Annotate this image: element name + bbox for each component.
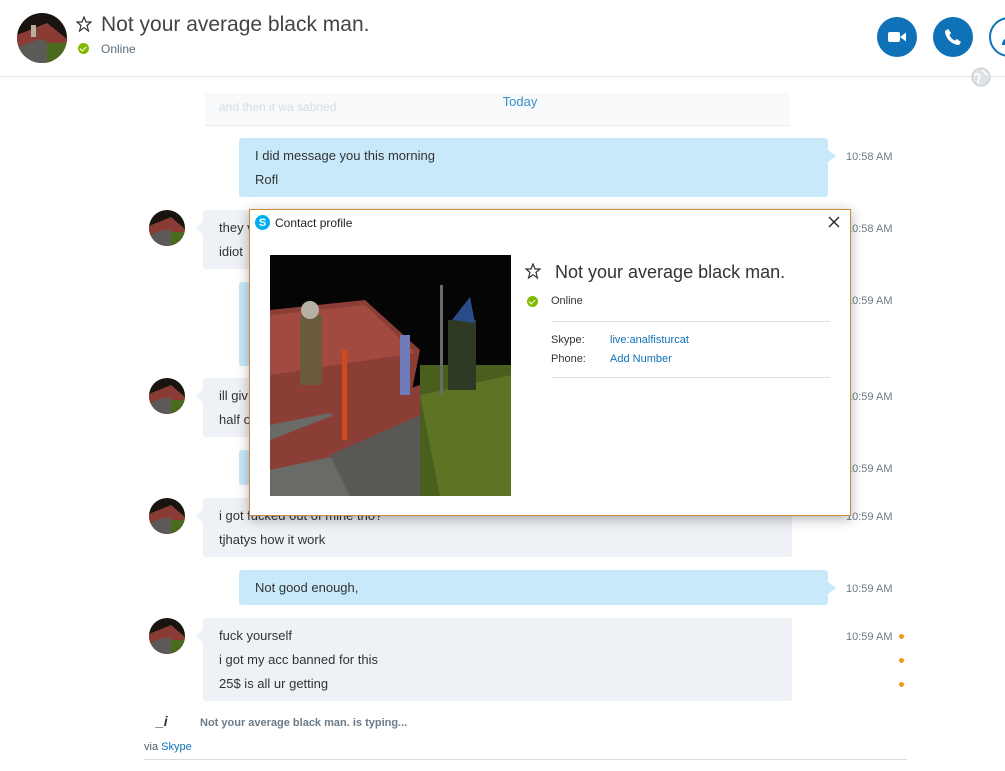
typing-text: Not your average black man. is typing... bbox=[200, 717, 408, 729]
add-number-link[interactable]: Add Number bbox=[610, 353, 672, 365]
online-status-icon bbox=[78, 43, 89, 54]
dialog-titlebar[interactable]: S Contact profile bbox=[250, 210, 850, 236]
audio-call-button[interactable] bbox=[933, 17, 973, 57]
phone-label: Phone: bbox=[551, 353, 586, 365]
contact-status: Online bbox=[101, 42, 136, 56]
favorite-star-icon[interactable] bbox=[75, 15, 93, 33]
unread-dot-icon bbox=[899, 658, 904, 663]
message-bubble-outgoing[interactable]: Not good enough, bbox=[239, 570, 836, 605]
unread-dot-icon bbox=[899, 682, 904, 687]
message-text: fuck yourself bbox=[219, 628, 292, 643]
sender-avatar[interactable] bbox=[149, 210, 185, 246]
message-time: 10:59 AM bbox=[846, 391, 893, 403]
via-skype-link[interactable]: Skype bbox=[161, 741, 192, 753]
skype-label: Skype: bbox=[551, 334, 585, 346]
contact-name: Not your average black man. bbox=[101, 13, 370, 36]
message-time: 10:59 AM bbox=[846, 631, 893, 643]
contact-profile-dialog: S Contact profile Not your average black bbox=[249, 209, 851, 516]
online-status-icon bbox=[527, 296, 538, 307]
message-time: 10:58 AM bbox=[846, 223, 893, 235]
profile-status: Online bbox=[551, 295, 583, 307]
sender-avatar[interactable] bbox=[149, 618, 185, 654]
message-text: I did message you this morning bbox=[255, 148, 435, 163]
divider bbox=[551, 377, 830, 378]
skype-logo-icon: S bbox=[255, 215, 270, 230]
message-time: 10:59 AM bbox=[846, 583, 893, 595]
message-text: Not good enough, bbox=[255, 580, 359, 595]
message-bubble-incoming[interactable]: fuck yourself i got my acc banned for th… bbox=[195, 618, 792, 701]
sender-avatar[interactable] bbox=[149, 498, 185, 534]
date-separator: Today bbox=[502, 94, 538, 109]
typing-indicator-icon: _i bbox=[156, 713, 168, 729]
profile-picture bbox=[270, 255, 511, 496]
message-time: 10:58 AM bbox=[846, 151, 893, 163]
message-text: i got my acc banned for this bbox=[219, 652, 378, 667]
sender-avatar[interactable] bbox=[149, 378, 185, 414]
favorite-star-icon[interactable] bbox=[524, 262, 542, 280]
message-time: 10:59 AM bbox=[846, 463, 893, 475]
message-bubble-outgoing[interactable]: I did message you this morning Rofl bbox=[239, 138, 836, 197]
person-icon bbox=[1002, 38, 1005, 45]
unread-dot-icon bbox=[899, 634, 904, 639]
skype-id-value[interactable]: live:analfisturcat bbox=[610, 334, 689, 346]
video-camera-icon bbox=[888, 32, 906, 42]
message-text: tjhatys how it work bbox=[219, 532, 326, 547]
dialog-title: Contact profile bbox=[275, 216, 353, 230]
profile-name: Not your average black man. bbox=[555, 262, 786, 282]
chat-header: Not your average black man. Online bbox=[0, 0, 1005, 87]
message-time: 10:59 AM bbox=[846, 511, 893, 523]
close-icon[interactable] bbox=[826, 214, 842, 230]
contact-avatar[interactable] bbox=[17, 13, 67, 63]
via-prefix: via bbox=[144, 741, 159, 753]
message-text: Rofl bbox=[255, 172, 279, 187]
message-time: 10:59 AM bbox=[846, 295, 893, 307]
divider bbox=[144, 759, 907, 760]
message-text: 25$ is all ur getting bbox=[219, 676, 329, 691]
add-people-button[interactable] bbox=[989, 17, 1005, 57]
divider bbox=[551, 321, 830, 322]
phone-icon bbox=[945, 29, 961, 45]
video-call-button[interactable] bbox=[877, 17, 917, 57]
via-label: via Skype bbox=[144, 741, 192, 753]
